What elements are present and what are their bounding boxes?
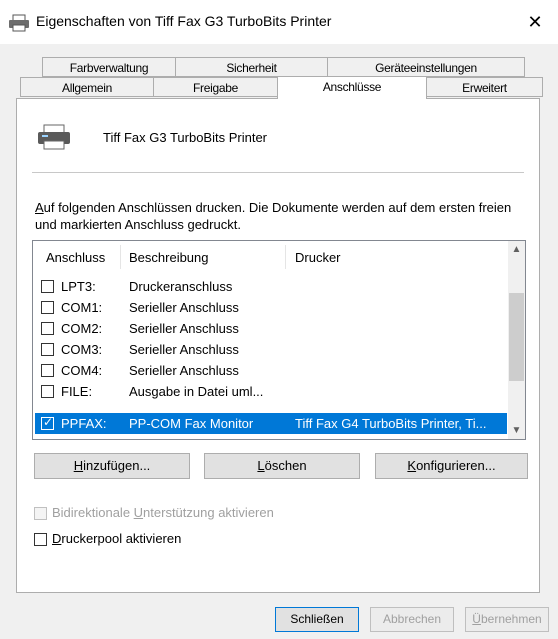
- pool-mnemonic: D: [52, 531, 62, 546]
- port-checkbox[interactable]: [41, 343, 54, 356]
- configure-port-button[interactable]: Konfigurieren...: [375, 453, 528, 479]
- port-description: Serieller Anschluss: [129, 300, 239, 315]
- port-printer: Tiff Fax G4 TurboBits Printer, Ti...: [295, 416, 487, 431]
- description-text: uf folgenden Anschlüssen drucken. Die Do…: [35, 200, 512, 232]
- add-port-button[interactable]: Hinzufügen...: [34, 453, 190, 479]
- delete-label: öschen: [264, 458, 307, 473]
- port-description: Serieller Anschluss: [129, 363, 239, 378]
- checkmark-icon: ✓: [43, 415, 54, 429]
- port-name: LPT3:: [61, 279, 96, 294]
- scroll-thumb[interactable]: [509, 293, 524, 381]
- port-row[interactable]: COM1: Serieller Anschluss: [35, 297, 507, 318]
- port-name: COM2:: [61, 321, 103, 336]
- printer-pool-label: Druckerpool aktivieren: [52, 531, 181, 546]
- configure-label: onfigurieren...: [416, 458, 496, 473]
- port-description: PP-COM Fax Monitor: [129, 416, 254, 431]
- tab-farbverwaltung[interactable]: Farbverwaltung: [42, 57, 176, 77]
- port-name: COM1:: [61, 300, 103, 315]
- port-description: Serieller Anschluss: [129, 342, 239, 357]
- scroll-down-icon[interactable]: ▼: [508, 422, 525, 439]
- port-row[interactable]: COM4: Serieller Anschluss: [35, 360, 507, 381]
- port-name: COM3:: [61, 342, 103, 357]
- port-description: Serieller Anschluss: [129, 321, 239, 336]
- port-checkbox[interactable]: [41, 322, 54, 335]
- close-button[interactable]: Schließen: [275, 607, 359, 632]
- port-list[interactable]: Anschluss Beschreibung Drucker LPT3: Dru…: [32, 240, 526, 440]
- port-description: Ausgabe in Datei uml...: [129, 384, 264, 399]
- port-row[interactable]: LPT3: Druckeranschluss: [35, 276, 507, 297]
- bidirectional-label: Bidirektionale Unterstützung aktivieren: [52, 505, 274, 520]
- port-row[interactable]: FILE: Ausgabe in Datei uml...: [35, 381, 507, 402]
- column-divider[interactable]: [120, 245, 121, 269]
- port-name: COM4:: [61, 363, 103, 378]
- tab-allgemein[interactable]: Allgemein: [20, 77, 154, 97]
- column-header-anschluss[interactable]: Anschluss: [46, 250, 105, 265]
- port-name: FILE:: [61, 384, 93, 399]
- port-checkbox[interactable]: [41, 364, 54, 377]
- port-checkbox[interactable]: [41, 301, 54, 314]
- port-checkbox-checked[interactable]: ✓: [41, 415, 54, 430]
- description-mnemonic: A: [35, 200, 44, 215]
- separator: [32, 172, 524, 173]
- port-checkbox[interactable]: [41, 280, 54, 293]
- pool-label-part: ruckerpool aktivieren: [61, 531, 182, 546]
- port-row[interactable]: COM2: Serieller Anschluss: [35, 318, 507, 339]
- column-divider[interactable]: [285, 245, 286, 269]
- scroll-up-icon[interactable]: ▲: [508, 241, 525, 258]
- configure-mnemonic: K: [407, 458, 417, 473]
- printer-icon: [9, 14, 29, 32]
- apply-label: bernehmen: [480, 612, 542, 626]
- checkbox-box[interactable]: [34, 533, 47, 546]
- window-title: Eigenschaften von Tiff Fax G3 TurboBits …: [36, 13, 332, 29]
- tab-anschluesse[interactable]: Anschlüsse: [277, 76, 427, 99]
- port-row[interactable]: COM3: Serieller Anschluss: [35, 339, 507, 360]
- port-description: Druckeranschluss: [129, 279, 233, 294]
- close-icon[interactable]: ✕: [512, 0, 558, 44]
- port-checkbox[interactable]: [41, 385, 54, 398]
- apply-button[interactable]: Übernehmen: [465, 607, 549, 632]
- bidi-label-part: nterstützung aktivieren: [143, 505, 274, 520]
- ports-description: Auf folgenden Anschlüssen drucken. Die D…: [35, 199, 525, 233]
- printer-name: Tiff Fax G3 TurboBits Printer: [103, 130, 267, 145]
- tab-geraeteeinstellungen[interactable]: Geräteeinstellungen: [327, 57, 525, 77]
- column-header-beschreibung[interactable]: Beschreibung: [129, 250, 209, 265]
- add-mnemonic: H: [73, 458, 84, 473]
- printer-icon: [38, 124, 70, 150]
- tab-sicherheit[interactable]: Sicherheit: [175, 57, 328, 77]
- title-bar: Eigenschaften von Tiff Fax G3 TurboBits …: [0, 0, 558, 44]
- checkbox-box[interactable]: [34, 507, 47, 520]
- add-label: inzufügen...: [83, 458, 151, 473]
- port-name: PPFAX:: [61, 416, 107, 431]
- delete-mnemonic: L: [257, 458, 265, 473]
- bidi-label-part: Bidirektionale: [52, 505, 134, 520]
- cancel-button[interactable]: Abbrechen: [370, 607, 454, 632]
- port-row-selected[interactable]: ✓ PPFAX: PP-COM Fax Monitor Tiff Fax G4 …: [35, 413, 507, 434]
- tab-freigabe[interactable]: Freigabe: [153, 77, 278, 97]
- tab-erweitert[interactable]: Erweitert: [426, 77, 543, 97]
- bidi-mnemonic: U: [133, 505, 144, 520]
- delete-port-button[interactable]: Löschen: [204, 453, 360, 479]
- apply-mnemonic: Ü: [472, 612, 481, 626]
- column-header-drucker[interactable]: Drucker: [295, 250, 341, 265]
- vertical-scrollbar[interactable]: ▲ ▼: [508, 241, 525, 439]
